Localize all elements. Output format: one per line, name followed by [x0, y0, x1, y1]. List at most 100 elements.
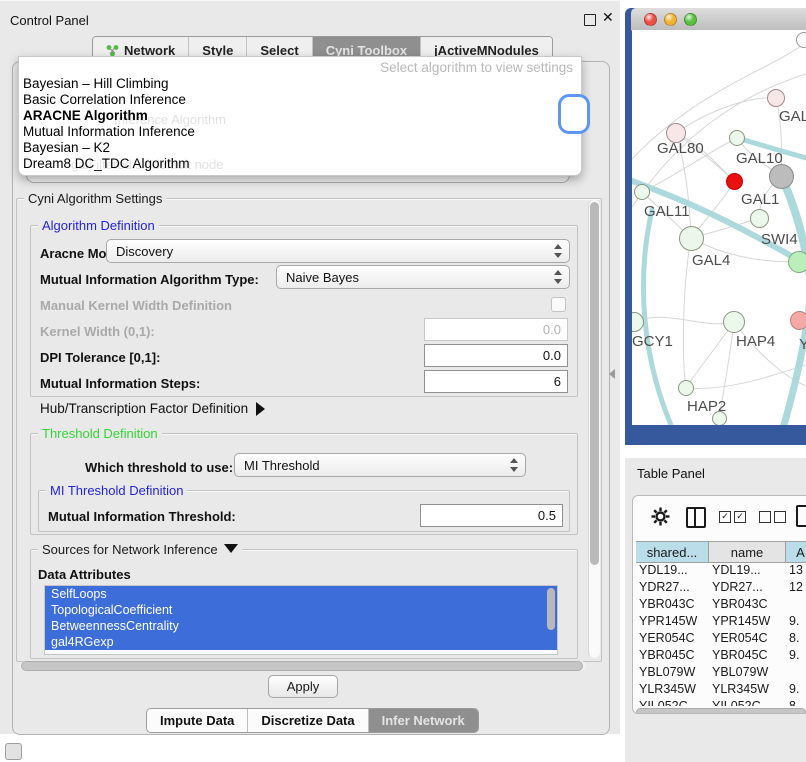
menu-item-basic-correlation[interactable]: Basic Correlation Inference: [23, 92, 186, 107]
network-node-gal10[interactable]: [729, 130, 745, 146]
list-scrollbar-thumb[interactable]: [547, 588, 555, 630]
tab-impute-data[interactable]: Impute Data: [147, 709, 247, 732]
which-threshold-select[interactable]: MI Threshold: [234, 453, 526, 477]
data-attributes-list[interactable]: SelfLoops TopologicalCoefficient Between…: [44, 585, 558, 655]
control-panel: Control Panel ✕ Network Style Select Cyn…: [0, 0, 620, 734]
mi-steps-label: Mutual Information Steps:: [40, 376, 200, 391]
tab-infer-network[interactable]: Infer Network: [368, 709, 478, 732]
minimize-traffic-light-icon[interactable]: [664, 13, 677, 26]
aracne-mode-select[interactable]: Discovery: [106, 239, 570, 263]
manual-kernel-width-checkbox[interactable]: [551, 297, 566, 312]
gear-icon[interactable]: [651, 507, 670, 526]
mi-threshold-title: MI Threshold Definition: [46, 483, 187, 498]
network-node-gal1[interactable]: [750, 209, 769, 228]
stepper-icon: [510, 458, 519, 472]
inference-algorithm-combo-focus[interactable]: [561, 97, 587, 131]
collapse-down-icon: [224, 544, 238, 553]
zoom-traffic-light-icon[interactable]: [684, 13, 697, 26]
column-header-shared-name[interactable]: shared...: [636, 542, 709, 562]
node-label: GAL: [779, 108, 806, 125]
tab-discretize-data[interactable]: Discretize Data: [247, 709, 367, 732]
network-node-gal4[interactable]: [679, 226, 704, 251]
stepper-icon: [554, 244, 563, 258]
float-window-icon[interactable]: [584, 14, 596, 26]
network-node[interactable]: [796, 32, 806, 48]
menu-item-bayesian-hill-climbing[interactable]: Bayesian – Hill Climbing: [23, 76, 169, 91]
table-row[interactable]: YBL079WYBL079W: [636, 664, 806, 681]
network-node-gal11[interactable]: [634, 184, 650, 200]
dpi-tolerance-input[interactable]: 0.0: [424, 344, 568, 367]
table-row[interactable]: YPR145WYPR145W9.: [636, 613, 806, 630]
unchecked-pair-icon[interactable]: [759, 511, 786, 523]
column-header-name[interactable]: name: [709, 542, 786, 562]
network-node-hap2[interactable]: [678, 380, 694, 396]
network-window-titlebar[interactable]: [631, 8, 806, 31]
table-horizontal-scrollbar[interactable]: [636, 708, 806, 714]
node-label: GAL1: [741, 191, 779, 208]
columns-icon[interactable]: [686, 507, 706, 528]
hscrollbar-thumb[interactable]: [21, 661, 583, 671]
table-header: shared... name A: [636, 541, 806, 563]
menu-item-dream8[interactable]: Dream8 DC_TDC Algorithm: [23, 156, 190, 171]
node-label: GCY1: [632, 333, 673, 350]
list-item[interactable]: gal4RGexp: [45, 634, 557, 650]
node-label: HAP4: [736, 333, 775, 350]
stepper-icon: [554, 270, 563, 284]
table-row[interactable]: YDR27...YDR27...12: [636, 579, 806, 596]
mi-algorithm-type-select[interactable]: Naive Bayes: [276, 265, 570, 289]
table-panel: Table Panel ✓ ✓ shared... name: [625, 458, 806, 762]
network-node-red[interactable]: [726, 173, 743, 190]
table-row[interactable]: YDL19...YDL19...13: [636, 562, 806, 579]
list-item[interactable]: TopologicalCoefficient: [45, 602, 557, 618]
network-node-gray[interactable]: [769, 164, 794, 189]
settings-scrollbar-thumb[interactable]: [590, 202, 599, 565]
checked-pair-icon[interactable]: ✓ ✓: [719, 511, 746, 523]
table-row[interactable]: YLR345WYLR345W9.: [636, 681, 806, 698]
which-threshold-label: Which threshold to use:: [85, 460, 233, 475]
list-item[interactable]: BetweennessCentrality: [45, 618, 557, 634]
hub-definition-expander[interactable]: Hub/Transcription Factor Definition: [40, 401, 265, 416]
node-label: Y: [799, 336, 806, 353]
mi-threshold-label: Mutual Information Threshold:: [48, 509, 236, 524]
table-row[interactable]: YBR043CYBR043C: [636, 596, 806, 613]
apply-button[interactable]: Apply: [268, 675, 338, 698]
network-node[interactable]: [767, 89, 785, 107]
close-icon[interactable]: ✕: [602, 9, 614, 26]
node-label: GAL4: [692, 252, 730, 269]
node-label: SWI4: [761, 231, 798, 248]
table-row[interactable]: YER054CYER054C8.: [636, 630, 806, 647]
node-label: HAP2: [687, 398, 726, 415]
table-hscrollbar-thumb[interactable]: [636, 708, 806, 714]
settings-vertical-scrollbar[interactable]: [588, 200, 600, 658]
mi-steps-input[interactable]: 6: [424, 370, 568, 393]
splitter-handle[interactable]: [609, 369, 615, 379]
bottom-tabbar: Impute Data Discretize Data Infer Networ…: [146, 708, 479, 733]
column-header-partial[interactable]: A: [786, 542, 806, 562]
table-row[interactable]: YBR045CYBR045C9.: [636, 647, 806, 664]
node-label: GAL10: [736, 150, 783, 167]
dock-grip-icon[interactable]: [5, 743, 22, 760]
menu-item-bayesian-k2[interactable]: Bayesian – K2: [23, 140, 110, 155]
close-traffic-light-icon[interactable]: [644, 13, 657, 26]
network-node-hap4[interactable]: [723, 311, 745, 333]
cyni-algorithm-settings-title: Cyni Algorithm Settings: [24, 191, 166, 206]
algorithm-definition-title: Algorithm Definition: [38, 218, 159, 233]
control-panel-title: Control Panel: [10, 13, 89, 28]
mi-threshold-input[interactable]: 0.5: [420, 504, 563, 527]
network-node-salmon[interactable]: [790, 311, 806, 330]
algorithm-dropdown-popup: Select algorithm to view settings Infere…: [18, 56, 582, 176]
settings-horizontal-scrollbar[interactable]: [20, 661, 586, 671]
list-item[interactable]: SelfLoops: [45, 586, 557, 602]
network-node-swi4[interactable]: [788, 251, 806, 273]
network-canvas[interactable]: GAL GAL80 GAL10 GAL1 GAL11 SWI4 GAL4 GCY…: [632, 30, 806, 425]
kernel-width-label: Kernel Width (0,1):: [40, 324, 155, 339]
kernel-width-input[interactable]: 0.0: [424, 318, 568, 341]
document-icon[interactable]: [796, 505, 806, 527]
menu-item-aracne[interactable]: ARACNE Algorithm: [23, 108, 148, 123]
node-label: GAL80: [657, 140, 704, 157]
table-row[interactable]: YIL052CYIL052C8.: [636, 698, 806, 706]
manual-kernel-width-label: Manual Kernel Width Definition: [40, 298, 232, 313]
menu-item-mutual-information[interactable]: Mutual Information Inference: [23, 124, 195, 139]
node-label: GAL11: [644, 203, 690, 220]
sources-title[interactable]: Sources for Network Inference: [38, 542, 242, 557]
